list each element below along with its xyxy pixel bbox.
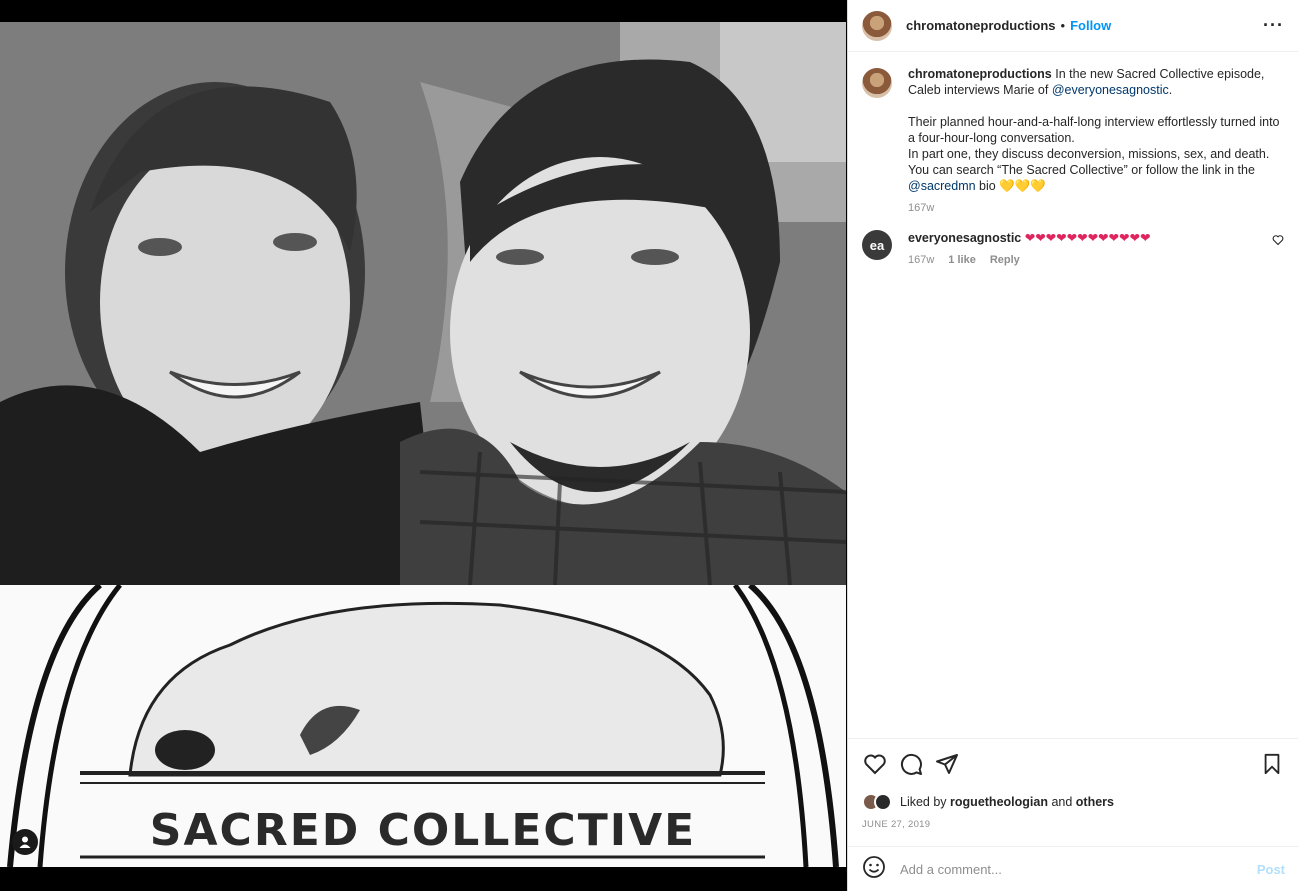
caption: chromatoneproductions In the new Sacred … <box>862 66 1284 216</box>
yellow-hearts-emoji: 💛💛💛 <box>999 179 1046 193</box>
user-tag-icon[interactable] <box>12 829 38 855</box>
comment-input[interactable] <box>900 861 1257 877</box>
post-media[interactable]: SACRED COLLECTIVE <box>0 0 846 891</box>
comment-likes[interactable]: 1 like <box>948 252 976 268</box>
commenter-avatar[interactable]: ea <box>862 230 892 260</box>
post-sidebar: chromatoneproductions • Follow ··· chrom… <box>847 0 1298 891</box>
comment-text: ❤❤❤❤❤❤❤❤❤❤❤❤ <box>1024 231 1151 245</box>
share-icon[interactable] <box>934 751 960 777</box>
reply-button[interactable]: Reply <box>990 252 1020 268</box>
comments-list[interactable]: chromatoneproductions In the new Sacred … <box>848 52 1298 738</box>
caption-text-2: Their planned hour-and-a-half-long inter… <box>908 115 1280 145</box>
post-header: chromatoneproductions • Follow ··· <box>848 0 1298 52</box>
follow-button[interactable]: Follow <box>1070 18 1111 33</box>
author-username[interactable]: chromatoneproductions <box>906 18 1056 33</box>
heart-icon[interactable] <box>862 751 888 777</box>
media-letterbox-top <box>0 0 846 22</box>
comment-like-heart-icon[interactable] <box>1272 234 1284 249</box>
media-letterbox-bottom <box>0 867 846 891</box>
emoji-icon[interactable] <box>862 855 886 884</box>
mention-link[interactable]: @sacredmn <box>908 179 976 193</box>
caption-avatar[interactable] <box>862 68 892 98</box>
liked-by: Liked by roguetheologian and others <box>862 793 1285 811</box>
caption-text-3: In part one, they discuss deconversion, … <box>908 147 1270 161</box>
caption-text-4: You can search “The Sacred Collective” o… <box>908 163 1255 177</box>
caption-time[interactable]: 167w <box>908 200 934 216</box>
caption-username[interactable]: chromatoneproductions <box>908 67 1052 81</box>
comment-time[interactable]: 167w <box>908 252 934 268</box>
logo-text: SACRED COLLECTIVE <box>149 805 697 856</box>
more-options-icon[interactable]: ··· <box>1263 15 1284 36</box>
liked-by-others[interactable]: others <box>1076 795 1114 809</box>
comment-icon[interactable] <box>898 751 924 777</box>
post-date[interactable]: JUNE 27, 2019 <box>862 819 1285 830</box>
commenter-username[interactable]: everyonesagnostic <box>908 231 1021 245</box>
liker-avatars[interactable] <box>862 793 896 811</box>
post-comment-button[interactable]: Post <box>1257 862 1285 877</box>
comment-item: ea everyonesagnostic ❤❤❤❤❤❤❤❤❤❤❤❤ 167w 1… <box>862 230 1284 268</box>
caption-text-4-end: bio <box>975 179 1000 193</box>
author-avatar[interactable] <box>862 10 892 41</box>
liked-by-user[interactable]: roguetheologian <box>950 795 1048 809</box>
liked-by-prefix: Liked by <box>900 795 947 809</box>
header-separator: • <box>1060 18 1066 33</box>
save-icon[interactable] <box>1259 751 1285 777</box>
liked-by-and: and <box>1051 795 1073 809</box>
post-actions: Liked by roguetheologian and others JUNE… <box>848 738 1298 830</box>
caption-text-1-end: . <box>1168 83 1173 97</box>
post-photo <box>0 22 846 585</box>
add-comment-bar: Post <box>848 846 1298 891</box>
selfie-photo-illustration <box>0 22 846 585</box>
mention-link[interactable]: @everyonesagnostic <box>1052 83 1169 97</box>
